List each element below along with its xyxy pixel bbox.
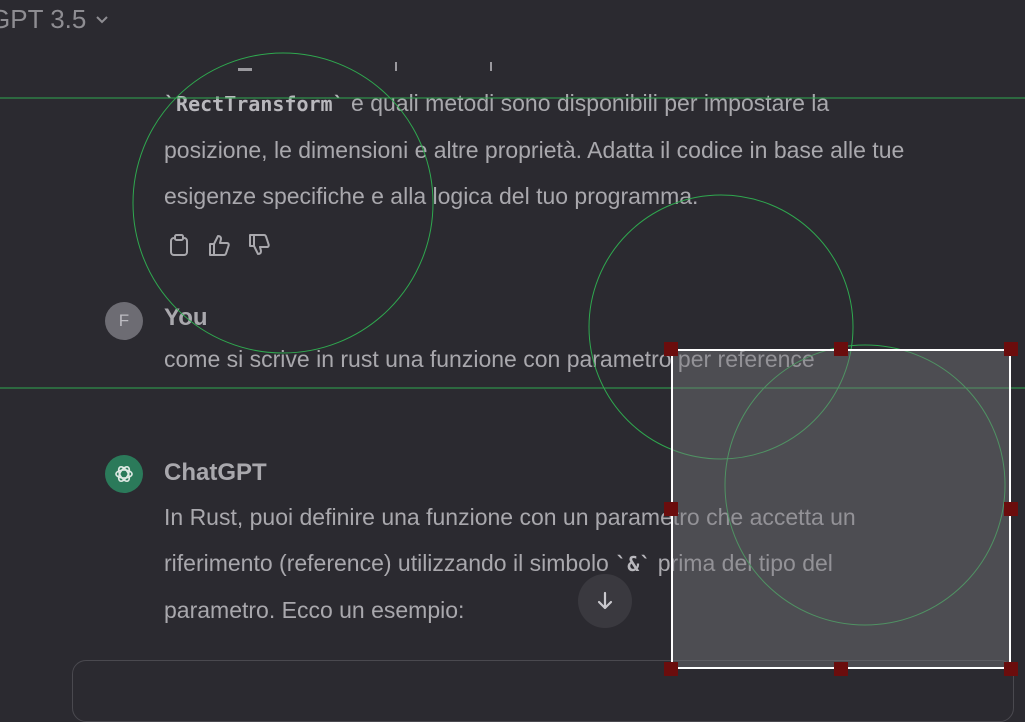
resize-handle-top[interactable]: [834, 342, 848, 356]
resize-handle-right[interactable]: [1004, 502, 1018, 516]
resize-handle-top-left[interactable]: [664, 342, 678, 356]
thumbs-up-icon[interactable]: [206, 232, 232, 258]
user-author-name: You: [164, 304, 208, 331]
selection-box[interactable]: [671, 349, 1011, 669]
resize-handle-top-right[interactable]: [1004, 342, 1018, 356]
resize-handle-bottom[interactable]: [834, 662, 848, 676]
thumbs-down-icon[interactable]: [246, 232, 272, 258]
scroll-to-bottom-button[interactable]: [578, 574, 632, 628]
resize-handle-left[interactable]: [664, 502, 678, 516]
inline-code: `&`: [615, 552, 652, 576]
openai-logo-icon: [115, 465, 133, 483]
code-block: [72, 660, 1014, 722]
message-line: `RectTransform` e quali metodi sono disp…: [164, 90, 830, 116]
user-avatar: F: [105, 302, 143, 340]
arrow-down-icon: [597, 591, 613, 610]
clipboard-icon[interactable]: [166, 232, 192, 258]
message-line: posizione, le dimensioni e altre proprie…: [164, 137, 905, 163]
chevron-down-icon: [96, 15, 109, 23]
message-actions: [166, 232, 272, 258]
model-label: GPT 3.5: [0, 4, 87, 34]
assistant-message-prev: `RectTransform` e quali metodi sono disp…: [164, 80, 904, 219]
message-line: esigenze specifiche e alla logica del tu…: [164, 183, 699, 209]
inline-code: `RectTransform`: [164, 92, 345, 116]
chatgpt-avatar: [105, 455, 143, 493]
avatar-letter: F: [118, 311, 130, 330]
assistant-author-name: ChatGPT: [164, 459, 267, 486]
resize-handle-bottom-right[interactable]: [1004, 662, 1018, 676]
model-selector[interactable]: GPT 3.5: [0, 4, 110, 35]
resize-handle-bottom-left[interactable]: [664, 662, 678, 676]
clipped-text-line: [230, 62, 510, 74]
